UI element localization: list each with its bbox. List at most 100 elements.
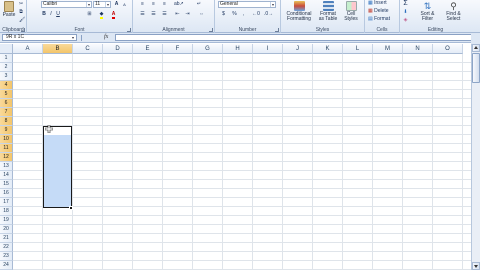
increase-decimal-button[interactable]: ←0 <box>251 11 261 18</box>
selected-range[interactable] <box>43 126 72 208</box>
fill-handle[interactable] <box>69 206 73 210</box>
column-header-n[interactable]: N <box>403 44 433 54</box>
column-header-b[interactable]: B <box>43 44 73 54</box>
alignment-launcher-icon[interactable] <box>209 28 213 32</box>
row-header-24[interactable]: 24 <box>0 261 13 270</box>
column-header-e[interactable]: E <box>133 44 163 54</box>
autosum-button[interactable]: Σ <box>401 0 410 7</box>
number-format-combo[interactable]: General <box>218 1 276 8</box>
row-header-10[interactable]: 10 <box>0 135 13 144</box>
insert-function-button[interactable]: fx <box>104 34 108 40</box>
worksheet-grid[interactable]: ABCDEFGHIJKLMNO 1 2 3 4 5 6 7 8 9 10 11 12 13 14 15 16 1… <box>0 44 471 270</box>
column-header-a[interactable]: A <box>13 44 43 54</box>
clipboard-launcher-icon[interactable] <box>21 28 25 32</box>
underline-button[interactable]: U <box>55 11 61 18</box>
row-header-16[interactable]: 16 <box>0 189 13 198</box>
row-header-14[interactable]: 14 <box>0 171 13 180</box>
wrap-text-button[interactable]: ↵ <box>189 1 209 8</box>
row-header-1[interactable]: 1 <box>0 54 13 63</box>
column-header-g[interactable]: G <box>193 44 223 54</box>
borders-button[interactable]: ⊞ <box>85 11 94 18</box>
bottom-align-button[interactable]: ≡ <box>160 1 169 8</box>
center-button[interactable]: ☰ <box>149 11 158 18</box>
sort-filter-button[interactable]: ⇅ Sort & Filter <box>415 1 440 26</box>
accounting-format-button[interactable]: $ <box>218 11 229 18</box>
row-header-22[interactable]: 22 <box>0 243 13 252</box>
column-header-i[interactable]: I <box>253 44 283 54</box>
row-header-17[interactable]: 17 <box>0 198 13 207</box>
fill-button[interactable]: ⬇ <box>401 9 410 16</box>
format-painter-button[interactable]: 🖌 <box>18 17 25 24</box>
column-header-f[interactable]: F <box>163 44 193 54</box>
italic-button[interactable]: I <box>48 11 54 18</box>
percent-style-button[interactable]: % <box>231 11 238 18</box>
row-header-23[interactable]: 23 <box>0 252 13 261</box>
font-color-button[interactable]: A <box>109 11 118 19</box>
row-header-21[interactable]: 21 <box>0 234 13 243</box>
grow-font-button[interactable]: A <box>113 1 120 8</box>
column-header-d[interactable]: D <box>103 44 133 54</box>
column-header-h[interactable]: H <box>223 44 253 54</box>
chevron-down-icon[interactable] <box>105 2 110 7</box>
column-header-j[interactable]: J <box>283 44 313 54</box>
merge-center-button[interactable]: ⇔ <box>194 11 209 18</box>
shrink-font-button[interactable]: A <box>121 1 128 8</box>
scroll-thumb[interactable] <box>472 53 480 83</box>
row-header-13[interactable]: 13 <box>0 162 13 171</box>
column-header-o[interactable]: O <box>433 44 463 54</box>
delete-button[interactable]: ▦ Delete <box>367 8 397 15</box>
number-launcher-icon[interactable] <box>275 28 279 32</box>
font-launcher-icon[interactable] <box>127 28 131 32</box>
column-header-l[interactable]: L <box>343 44 373 54</box>
column-header-c[interactable]: C <box>73 44 103 54</box>
font-size-combo[interactable]: 11 <box>93 1 111 8</box>
scroll-up-button[interactable] <box>472 44 480 52</box>
column-header-k[interactable]: K <box>313 44 343 54</box>
row-header-2[interactable]: 2 <box>0 63 13 72</box>
row-header-6[interactable]: 6 <box>0 99 13 108</box>
format-as-table-button[interactable]: Format as Table <box>317 1 339 26</box>
chevron-down-icon[interactable] <box>270 2 275 7</box>
row-header-18[interactable]: 18 <box>0 207 13 216</box>
copy-button[interactable]: ⧉ <box>18 9 24 16</box>
row-header-4[interactable]: 4 <box>0 81 13 90</box>
font-name-combo[interactable]: Calibri <box>41 1 92 8</box>
middle-align-button[interactable]: ≡ <box>149 1 158 8</box>
format-button[interactable]: ▤ Format <box>367 16 397 23</box>
chevron-down-icon[interactable] <box>71 35 76 40</box>
row-header-5[interactable]: 5 <box>0 90 13 99</box>
vertical-scrollbar[interactable] <box>471 44 480 270</box>
formula-input[interactable] <box>115 34 477 41</box>
row-header-15[interactable]: 15 <box>0 180 13 189</box>
row-header-19[interactable]: 19 <box>0 216 13 225</box>
row-header-11[interactable]: 11 <box>0 144 13 153</box>
formula-bar-expand[interactable] <box>471 33 480 44</box>
conditional-formatting-button[interactable]: Conditional Formatting <box>282 1 316 26</box>
top-align-button[interactable]: ≡ <box>138 1 147 8</box>
row-header-8[interactable]: 8 <box>0 117 13 126</box>
column-header-m[interactable]: M <box>373 44 403 54</box>
decrease-decimal-button[interactable]: .0→ <box>263 11 273 18</box>
row-header-7[interactable]: 7 <box>0 108 13 117</box>
chevron-down-icon[interactable] <box>86 2 91 7</box>
comma-style-button[interactable]: , <box>240 11 247 18</box>
row-header-9[interactable]: 9 <box>0 126 13 135</box>
increase-indent-button[interactable]: ⇥ <box>183 11 192 18</box>
align-right-button[interactable]: ☰ <box>160 11 169 18</box>
orientation-button[interactable]: ab↗ <box>173 1 184 8</box>
row-header-20[interactable]: 20 <box>0 225 13 234</box>
cut-button[interactable]: ✂ <box>18 1 24 8</box>
bold-button[interactable]: B <box>41 11 47 18</box>
insert-button[interactable]: ▦ Insert <box>367 0 397 7</box>
align-left-button[interactable]: ☰ <box>138 11 147 18</box>
name-box[interactable]: 9R x 1C <box>2 34 77 41</box>
find-select-button[interactable]: ⚲ Find & Select <box>441 1 466 26</box>
row-header-3[interactable]: 3 <box>0 72 13 81</box>
cell-styles-button[interactable]: Cell Styles <box>340 1 362 26</box>
decrease-indent-button[interactable]: ⇤ <box>173 11 182 18</box>
fill-color-button[interactable]: ◆ <box>97 11 106 19</box>
paste-button[interactable]: Paste <box>2 1 16 18</box>
row-header-12[interactable]: 12 <box>0 153 13 162</box>
scroll-down-button[interactable] <box>472 262 480 270</box>
clear-button[interactable]: ◈ <box>401 17 410 24</box>
